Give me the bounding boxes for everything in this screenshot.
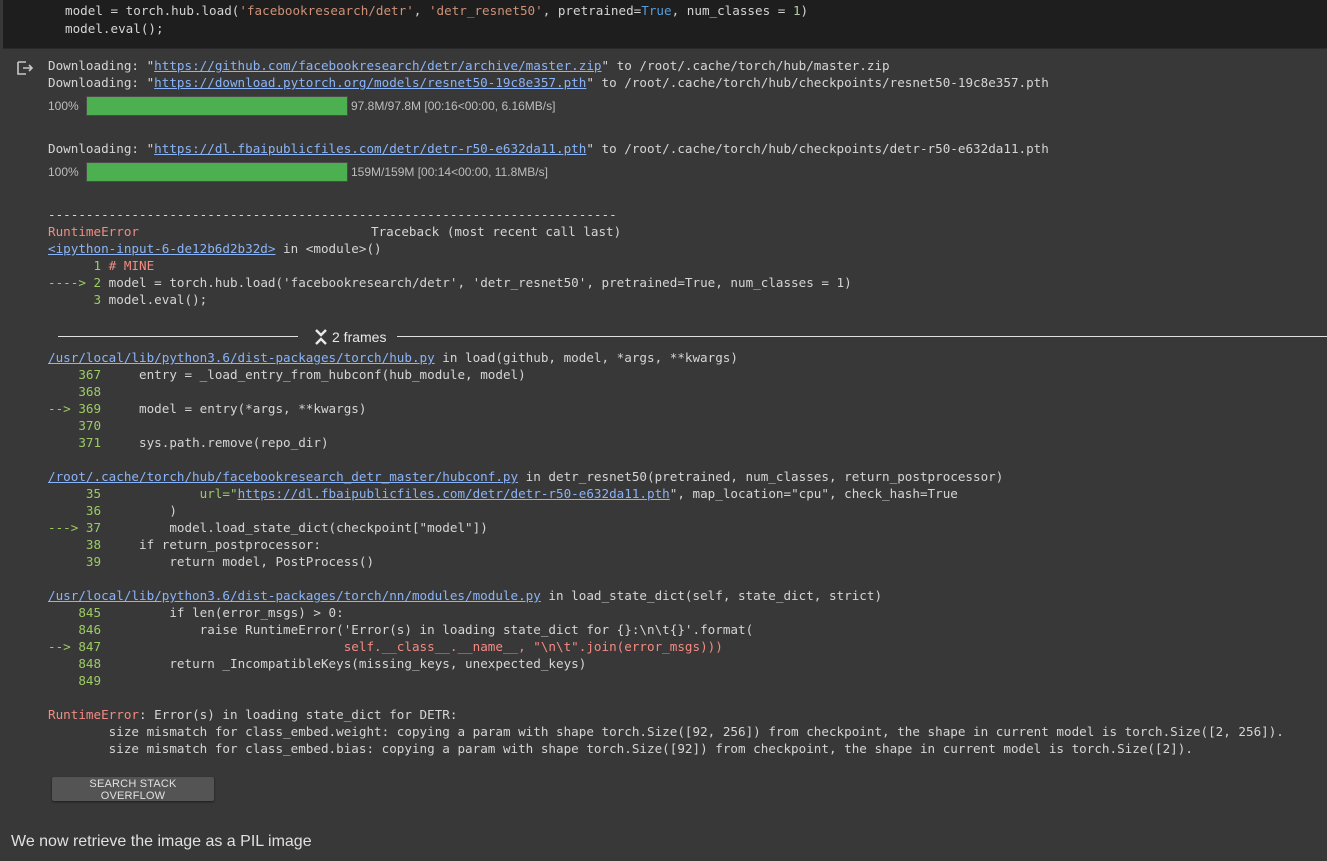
hubconf-py-link[interactable]: /root/.cache/torch/hub/facebookresearch_… [48, 469, 518, 484]
markdown-text-cell[interactable]: We now retrieve the image as a PIL image [11, 833, 312, 851]
final-error: RuntimeError: Error(s) in loading state_… [48, 707, 458, 722]
divider-line [397, 336, 1327, 337]
code-line-2: model.eval(); [65, 21, 164, 36]
frame3-line: --> 847 self.__class__.__name__, "\n\t".… [48, 639, 723, 654]
traceback-header: RuntimeError Traceback (most recent call … [48, 224, 622, 239]
traceback-separator: ----------------------------------------… [48, 207, 617, 222]
download-link-1[interactable]: https://github.com/facebookresearch/detr… [154, 58, 601, 73]
frame0-line: 3 model.eval(); [48, 292, 208, 307]
expand-icon [315, 329, 327, 345]
progress-info: 159M/159M [00:14<00:00, 11.8MB/s] [351, 165, 548, 179]
progress-percent: 100% [48, 165, 79, 179]
code-cell[interactable]: model = torch.hub.load('facebookresearch… [3, 0, 1327, 49]
frames-label: 2 frames [332, 329, 387, 345]
frame2-line: 35 url="https://dl.fbaipublicfiles.com/d… [48, 486, 958, 501]
frame2-line: 36 ) [48, 503, 177, 518]
frame1-line: 368 [48, 384, 109, 399]
download-line-3: Downloading: "https://dl.fbaipublicfiles… [48, 141, 1049, 156]
frame1-line: --> 369 model = entry(*args, **kwargs) [48, 401, 367, 416]
frame3-header: /usr/local/lib/python3.6/dist-packages/t… [48, 588, 883, 603]
progress-bar [86, 162, 348, 182]
frame1-line: 371 sys.path.remove(repo_dir) [48, 435, 329, 450]
divider-line [58, 336, 298, 337]
ipython-input-link[interactable]: <ipython-input-6-de12b6d2b32d> [48, 241, 275, 256]
frame1-line: 367 entry = _load_entry_from_hubconf(hub… [48, 367, 526, 382]
frame2-line: 39 return model, PostProcess() [48, 554, 375, 569]
module-py-link[interactable]: /usr/local/lib/python3.6/dist-packages/t… [48, 588, 541, 603]
frame2-line: 38 if return_postprocessor: [48, 537, 321, 552]
frame1-header: /usr/local/lib/python3.6/dist-packages/t… [48, 350, 738, 365]
frame2-header: /root/.cache/torch/hub/facebookresearch_… [48, 469, 1004, 484]
traceback-input-line: <ipython-input-6-de12b6d2b32d> in <modul… [48, 241, 382, 256]
final-error-detail: size mismatch for class_embed.bias: copy… [48, 741, 1193, 756]
progress-percent: 100% [48, 99, 79, 113]
frame0-line: 1 # MINE [48, 258, 155, 273]
checkpoint-url-link[interactable]: https://dl.fbaipublicfiles.com/detr/detr… [238, 486, 670, 501]
progress-fill [87, 97, 347, 115]
download-link-2[interactable]: https://download.pytorch.org/models/resn… [154, 75, 586, 90]
frame3-line: 848 return _IncompatibleKeys(missing_key… [48, 656, 587, 671]
progress-row-2: 100% 159M/159M [00:14<00:00, 11.8MB/s] [48, 161, 548, 183]
progress-bar [86, 96, 348, 116]
expand-frames-button[interactable]: 2 frames [314, 327, 397, 347]
progress-info: 97.8M/97.8M [00:16<00:00, 6.16MB/s] [351, 99, 556, 113]
code-line-1: model = torch.hub.load('facebookresearch… [65, 3, 809, 18]
search-stack-overflow-button[interactable]: SEARCH STACK OVERFLOW [52, 777, 214, 802]
frame3-line: 845 if len(error_msgs) > 0: [48, 605, 344, 620]
frame1-line: 370 [48, 418, 109, 433]
download-line-1: Downloading: "https://github.com/faceboo… [48, 58, 890, 73]
frame0-line: ----> 2 model = torch.hub.load('facebook… [48, 275, 852, 290]
output-redirect-icon[interactable] [16, 60, 34, 76]
progress-row-1: 100% 97.8M/97.8M [00:16<00:00, 6.16MB/s] [48, 95, 555, 117]
hub-py-link[interactable]: /usr/local/lib/python3.6/dist-packages/t… [48, 350, 435, 365]
final-error-detail: size mismatch for class_embed.weight: co… [48, 724, 1284, 739]
frame2-line: ---> 37 model.load_state_dict(checkpoint… [48, 520, 488, 535]
frame3-line: 846 raise RuntimeError('Error(s) in load… [48, 622, 754, 637]
frames-divider: 2 frames [58, 327, 1327, 347]
frame3-line: 849 [48, 673, 109, 688]
progress-fill [87, 163, 347, 181]
download-link-3[interactable]: https://dl.fbaipublicfiles.com/detr/detr… [154, 141, 586, 156]
download-line-2: Downloading: "https://download.pytorch.o… [48, 75, 1049, 90]
